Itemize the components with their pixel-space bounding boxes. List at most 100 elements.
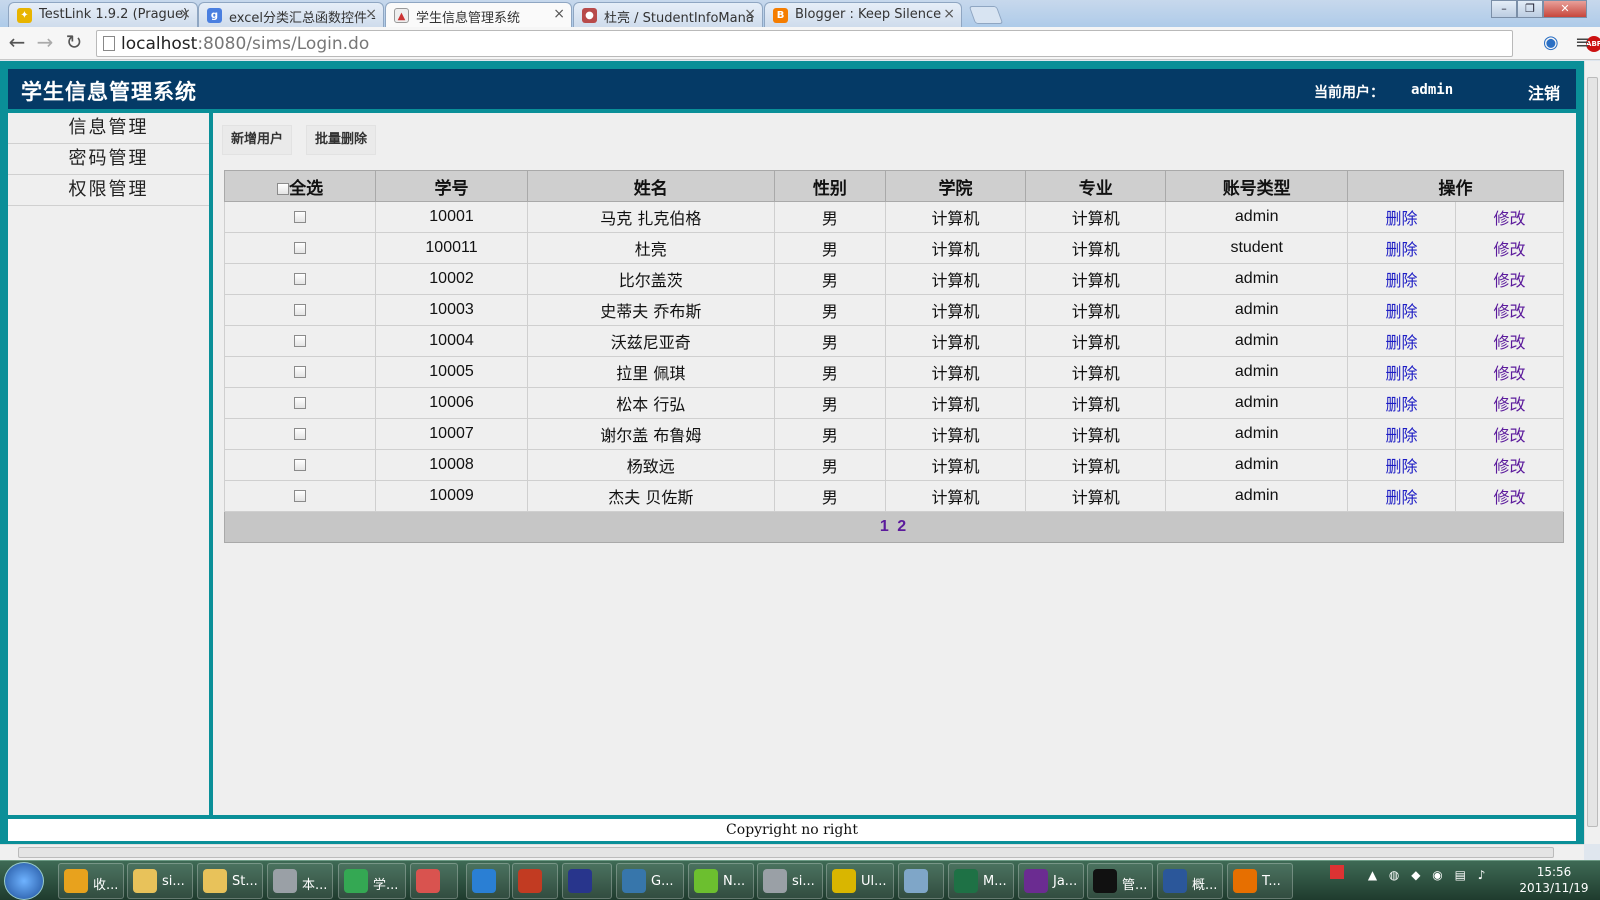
taskbar-app-button[interactable]: G... (616, 863, 684, 899)
taskbar-app-button[interactable]: 管... (1087, 863, 1153, 899)
taskbar-app-button[interactable] (898, 863, 944, 899)
row-checkbox[interactable] (294, 458, 307, 471)
page-link-1[interactable]: 1 (880, 518, 891, 535)
taskbar-clock[interactable]: 15:56 2013/11/19 (1510, 864, 1598, 896)
cell-college: 计算机 (884, 201, 1027, 233)
taskbar-app-button[interactable]: 本... (267, 863, 333, 899)
scroll-thumb[interactable] (18, 847, 1554, 858)
start-button[interactable] (4, 862, 44, 900)
extension-globe-icon[interactable]: ◉ (1543, 32, 1559, 53)
browser-tab[interactable]: B Blogger : Keep Silence × (764, 2, 962, 27)
row-checkbox[interactable] (294, 365, 307, 378)
logout-link[interactable]: 注销 (1528, 80, 1560, 104)
edit-link[interactable]: 修改 (1493, 364, 1525, 383)
taskbar-app-button[interactable]: si... (127, 863, 193, 899)
delete-link[interactable]: 删除 (1385, 240, 1417, 259)
taskbar-app-button[interactable]: si... (757, 863, 823, 899)
delete-link[interactable]: 删除 (1385, 364, 1417, 383)
row-checkbox[interactable] (294, 489, 307, 502)
window-close-icon[interactable]: ✕ (1543, 0, 1587, 18)
taskbar-app-button[interactable] (410, 863, 458, 899)
horizontal-scrollbar[interactable] (0, 844, 1584, 860)
close-icon[interactable]: × (365, 6, 377, 22)
app-icon (518, 869, 542, 893)
page-link-2[interactable]: 2 (897, 518, 908, 535)
taskbar-app-button[interactable] (466, 863, 510, 899)
cell-name: 杰夫 贝佐斯 (526, 480, 775, 512)
taskbar-app-button[interactable] (512, 863, 558, 899)
taskbar-app-button[interactable]: Ul... (826, 863, 894, 899)
edit-link[interactable]: 修改 (1493, 488, 1525, 507)
taskbar-app-button[interactable]: T... (1227, 863, 1293, 899)
row-checkbox[interactable] (294, 334, 307, 347)
menu-icon[interactable]: ≡ (1575, 32, 1590, 53)
delete-link[interactable]: 删除 (1385, 488, 1417, 507)
delete-link[interactable]: 删除 (1385, 271, 1417, 290)
reload-icon[interactable]: ↻ (61, 31, 87, 55)
select-all-label: 全选 (289, 178, 324, 199)
edit-link[interactable]: 修改 (1493, 240, 1525, 259)
cell-gender: 男 (773, 232, 886, 264)
network-icon[interactable]: ▤ (1455, 868, 1466, 882)
minimize-icon[interactable]: – (1491, 0, 1517, 18)
batch-delete-button[interactable]: 批量删除 (306, 125, 377, 155)
edit-link[interactable]: 修改 (1493, 333, 1525, 352)
taskbar-app-button[interactable]: 概... (1157, 863, 1223, 899)
row-checkbox[interactable] (294, 241, 307, 254)
taskbar-app-button[interactable]: 学... (338, 863, 406, 899)
delete-link[interactable]: 删除 (1385, 395, 1417, 414)
close-icon[interactable]: × (744, 6, 756, 22)
delete-link[interactable]: 删除 (1385, 302, 1417, 321)
tray-app-icon[interactable]: ◉ (1432, 868, 1442, 882)
browser-tab[interactable]: g excel分类汇总函数控件 - × (198, 2, 384, 27)
back-icon[interactable]: ← (4, 31, 30, 55)
edit-link[interactable]: 修改 (1493, 457, 1525, 476)
tray-app-icon[interactable]: ◍ (1389, 868, 1399, 882)
clock-time: 15:56 (1536, 865, 1572, 879)
sidebar-item-permission-management[interactable]: 权限管理 (8, 175, 209, 206)
delete-link[interactable]: 删除 (1385, 209, 1417, 228)
row-checkbox[interactable] (294, 210, 307, 223)
tray-app-icon[interactable]: ◆ (1411, 868, 1420, 882)
forward-icon[interactable]: → (32, 31, 58, 55)
cell-account-type: admin (1165, 325, 1348, 357)
browser-tab-active[interactable]: ▲ 学生信息管理系统 × (385, 2, 572, 27)
delete-link[interactable]: 删除 (1385, 426, 1417, 445)
browser-tab[interactable]: ✦ TestLink 1.9.2 (Prague) × (8, 2, 198, 27)
taskbar-app-button[interactable]: Ja... (1018, 863, 1084, 899)
edit-link[interactable]: 修改 (1493, 426, 1525, 445)
volume-icon[interactable]: ♪ (1478, 868, 1486, 882)
vertical-scrollbar[interactable] (1584, 61, 1600, 844)
taskbar-app-button[interactable] (562, 863, 612, 899)
row-checkbox[interactable] (294, 396, 307, 409)
row-checkbox[interactable] (294, 272, 307, 285)
maximize-icon[interactable]: ❐ (1517, 0, 1543, 18)
taskbar-app-button[interactable]: St... (197, 863, 263, 899)
address-bar[interactable]: localhost:8080/sims/Login.do ABP ☆ (96, 30, 1600, 57)
new-tab-button[interactable] (968, 6, 1004, 24)
delete-link[interactable]: 删除 (1385, 457, 1417, 476)
close-icon[interactable]: × (553, 6, 565, 22)
row-checkbox[interactable] (294, 303, 307, 316)
scroll-thumb[interactable] (1587, 77, 1598, 827)
sidebar-item-password-management[interactable]: 密码管理 (8, 144, 209, 175)
tray-app-icon[interactable] (1330, 865, 1344, 879)
close-icon[interactable]: × (943, 6, 955, 22)
edit-link[interactable]: 修改 (1493, 302, 1525, 321)
tab-title: TestLink 1.9.2 (Prague) (39, 7, 189, 22)
row-checkbox[interactable] (294, 427, 307, 440)
browser-tab[interactable]: ● 杜亮 / StudentInfoMana × (573, 2, 763, 27)
show-hidden-icons-icon[interactable]: ▲ (1368, 868, 1377, 882)
edit-link[interactable]: 修改 (1493, 395, 1525, 414)
close-icon[interactable]: × (179, 6, 191, 22)
taskbar-app-button[interactable]: M... (948, 863, 1014, 899)
delete-link[interactable]: 删除 (1385, 333, 1417, 352)
select-all-checkbox[interactable] (277, 182, 290, 195)
add-user-button[interactable]: 新增用户 (222, 125, 293, 155)
cell-id: 10008 (375, 449, 528, 481)
taskbar-app-button[interactable]: 收... (58, 863, 124, 899)
edit-link[interactable]: 修改 (1493, 209, 1525, 228)
sidebar-item-info-management[interactable]: 信息管理 (8, 113, 209, 144)
taskbar-app-button[interactable]: N... (688, 863, 754, 899)
edit-link[interactable]: 修改 (1493, 271, 1525, 290)
